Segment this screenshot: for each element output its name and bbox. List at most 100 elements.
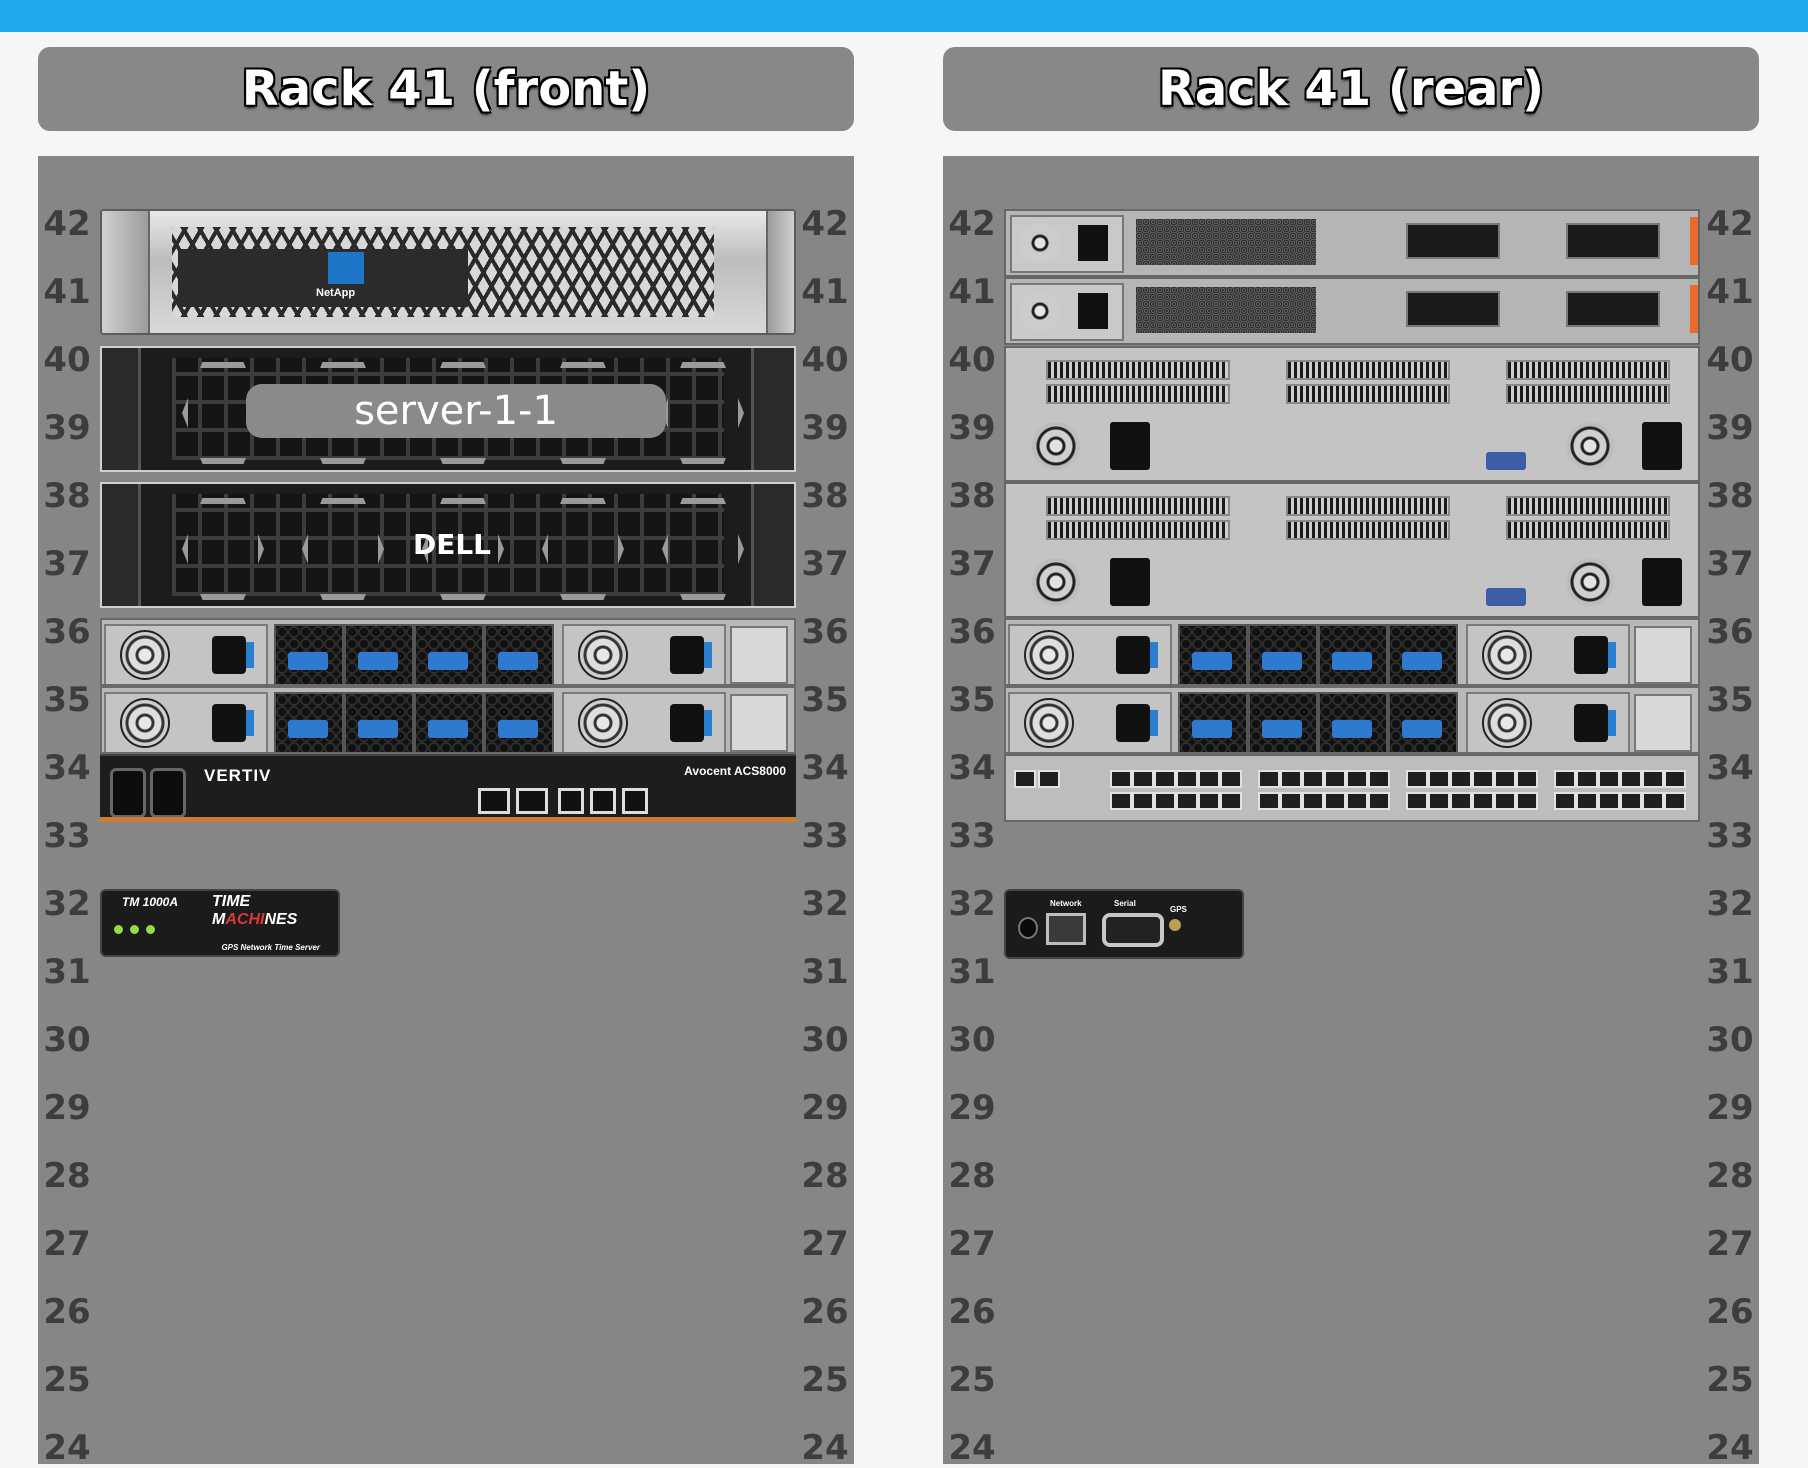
pcie-slot: [1286, 496, 1450, 516]
fan-bay: [344, 624, 414, 684]
rack-unit-number-right: 37: [1706, 544, 1754, 584]
rack-unit-number-left: 38: [43, 476, 91, 516]
rack-unit-number-right: 26: [801, 1292, 849, 1332]
rack-unit-number-left: 42: [43, 204, 91, 244]
rack-unit-number-right: 33: [801, 816, 849, 856]
device-netapp-storage[interactable]: NetApp: [100, 209, 796, 335]
rack-unit-number-left: 35: [948, 680, 996, 720]
serial-port: [1154, 792, 1176, 810]
serial-port: [1598, 770, 1620, 788]
serial-port: [1494, 770, 1516, 788]
serial-port: [1664, 770, 1686, 788]
rack-unit-number-right: 26: [1706, 1292, 1754, 1332]
ethernet-port: [1014, 770, 1036, 788]
power-socket-icon: [1642, 558, 1682, 606]
rack-unit-number-left: 31: [948, 952, 996, 992]
pcie-slot: [1506, 384, 1670, 404]
pcie-slot: [1506, 496, 1670, 516]
device-vertiv-console[interactable]: VERTIV Avocent ACS8000: [100, 754, 796, 822]
device-switch-36[interactable]: [100, 618, 796, 686]
fan-bay: [1248, 624, 1318, 684]
usb-port: [590, 788, 616, 814]
rack-unit-number-right: 24: [1706, 1428, 1754, 1468]
serial-port: [1346, 770, 1368, 788]
rack-unit-number-left: 40: [948, 340, 996, 380]
pcie-slot: [1286, 384, 1450, 404]
vent-holes: [1136, 287, 1316, 333]
fan-icon: [1566, 422, 1614, 470]
psu-module: [104, 692, 268, 752]
serial-port: [1302, 770, 1324, 788]
psu-module: [1010, 215, 1124, 273]
serial-port: [1302, 792, 1324, 810]
device-rear-switch-35[interactable]: [1004, 686, 1700, 754]
pcie-slot: [1506, 520, 1670, 540]
pcie-slot: [1046, 496, 1230, 516]
server-name-label: server-1-1: [246, 384, 666, 438]
serial-port: [1258, 792, 1280, 810]
device-dell-server[interactable]: DELL: [100, 482, 796, 608]
power-socket-icon: [1574, 636, 1616, 674]
vent-holes: [1136, 219, 1316, 265]
device-rear-server-1-1[interactable]: [1004, 346, 1700, 482]
psu-module: [1010, 283, 1124, 341]
device-rear-time-server[interactable]: Network Serial GPS: [1004, 889, 1244, 959]
serial-port: [1324, 770, 1346, 788]
sfp-ports: [1566, 291, 1660, 327]
rack-unit-number-left: 25: [948, 1360, 996, 1400]
psu-module: [1466, 624, 1630, 684]
psu-module: [562, 624, 726, 684]
fan-icon: [1032, 558, 1080, 606]
serial-port: [1664, 792, 1686, 810]
serial-port: [1406, 770, 1428, 788]
pcie-slot: [1046, 360, 1230, 380]
power-socket-icon: [212, 636, 254, 674]
service-tag: [1690, 217, 1698, 265]
time-server-subtitle: GPS Network Time Server: [221, 943, 320, 952]
pcie-slot: [1046, 384, 1230, 404]
usb-port: [558, 788, 584, 814]
rack-unit-number-right: 24: [801, 1428, 849, 1468]
rack-unit-number-left: 31: [43, 952, 91, 992]
fan-icon: [1024, 698, 1074, 748]
power-socket-icon: [670, 636, 712, 674]
sfp-ports: [1406, 223, 1500, 259]
device-time-server[interactable]: TM 1000A TIME MACHINES GPS Network Time …: [100, 889, 340, 957]
psu-module: [1466, 692, 1630, 752]
gps-port-label: GPS: [1170, 905, 1187, 914]
serial-port-label: Serial: [1114, 899, 1136, 908]
rack-unit-number-right: 42: [801, 204, 849, 244]
rack-unit-number-left: 39: [43, 408, 91, 448]
netapp-logo-icon: [328, 252, 364, 284]
device-switch-35[interactable]: [100, 686, 796, 754]
fan-icon: [120, 630, 170, 680]
rack-unit-number-left: 29: [43, 1088, 91, 1128]
rack-unit-number-left: 32: [948, 884, 996, 924]
fan-icon: [578, 630, 628, 680]
device-rear-switch-36[interactable]: [1004, 618, 1700, 686]
device-server-1-1[interactable]: server-1-1: [100, 346, 796, 472]
service-tag: [1690, 285, 1698, 333]
bezel-right-cap: [766, 211, 794, 333]
serial-port: [1176, 792, 1198, 810]
rack-unit-number-left: 30: [43, 1020, 91, 1060]
device-rear-server-42[interactable]: [1004, 209, 1700, 277]
serial-port: [1176, 770, 1198, 788]
logo-part-c: NES: [264, 911, 298, 928]
rack-unit-number-right: 29: [1706, 1088, 1754, 1128]
fan-bay: [1178, 624, 1248, 684]
device-rear-console[interactable]: [1004, 754, 1700, 822]
rack-unit-number-left: 26: [948, 1292, 996, 1332]
rack-unit-number-left: 35: [43, 680, 91, 720]
serial-port: [1368, 792, 1390, 810]
serial-port: [1576, 770, 1598, 788]
serial-port: [1324, 792, 1346, 810]
serial-port: [1368, 770, 1390, 788]
device-rear-server-41[interactable]: [1004, 277, 1700, 345]
server-left-ear: [102, 484, 141, 606]
rack-unit-number-left: 37: [948, 544, 996, 584]
rack-front: NetApp server-1-1 DELL VERTIV Avocent AC…: [38, 156, 854, 1468]
rack-front-title-text: Rack 41 (front): [241, 61, 651, 117]
device-rear-dell-server[interactable]: [1004, 482, 1700, 618]
rack-unit-number-right: 36: [1706, 612, 1754, 652]
